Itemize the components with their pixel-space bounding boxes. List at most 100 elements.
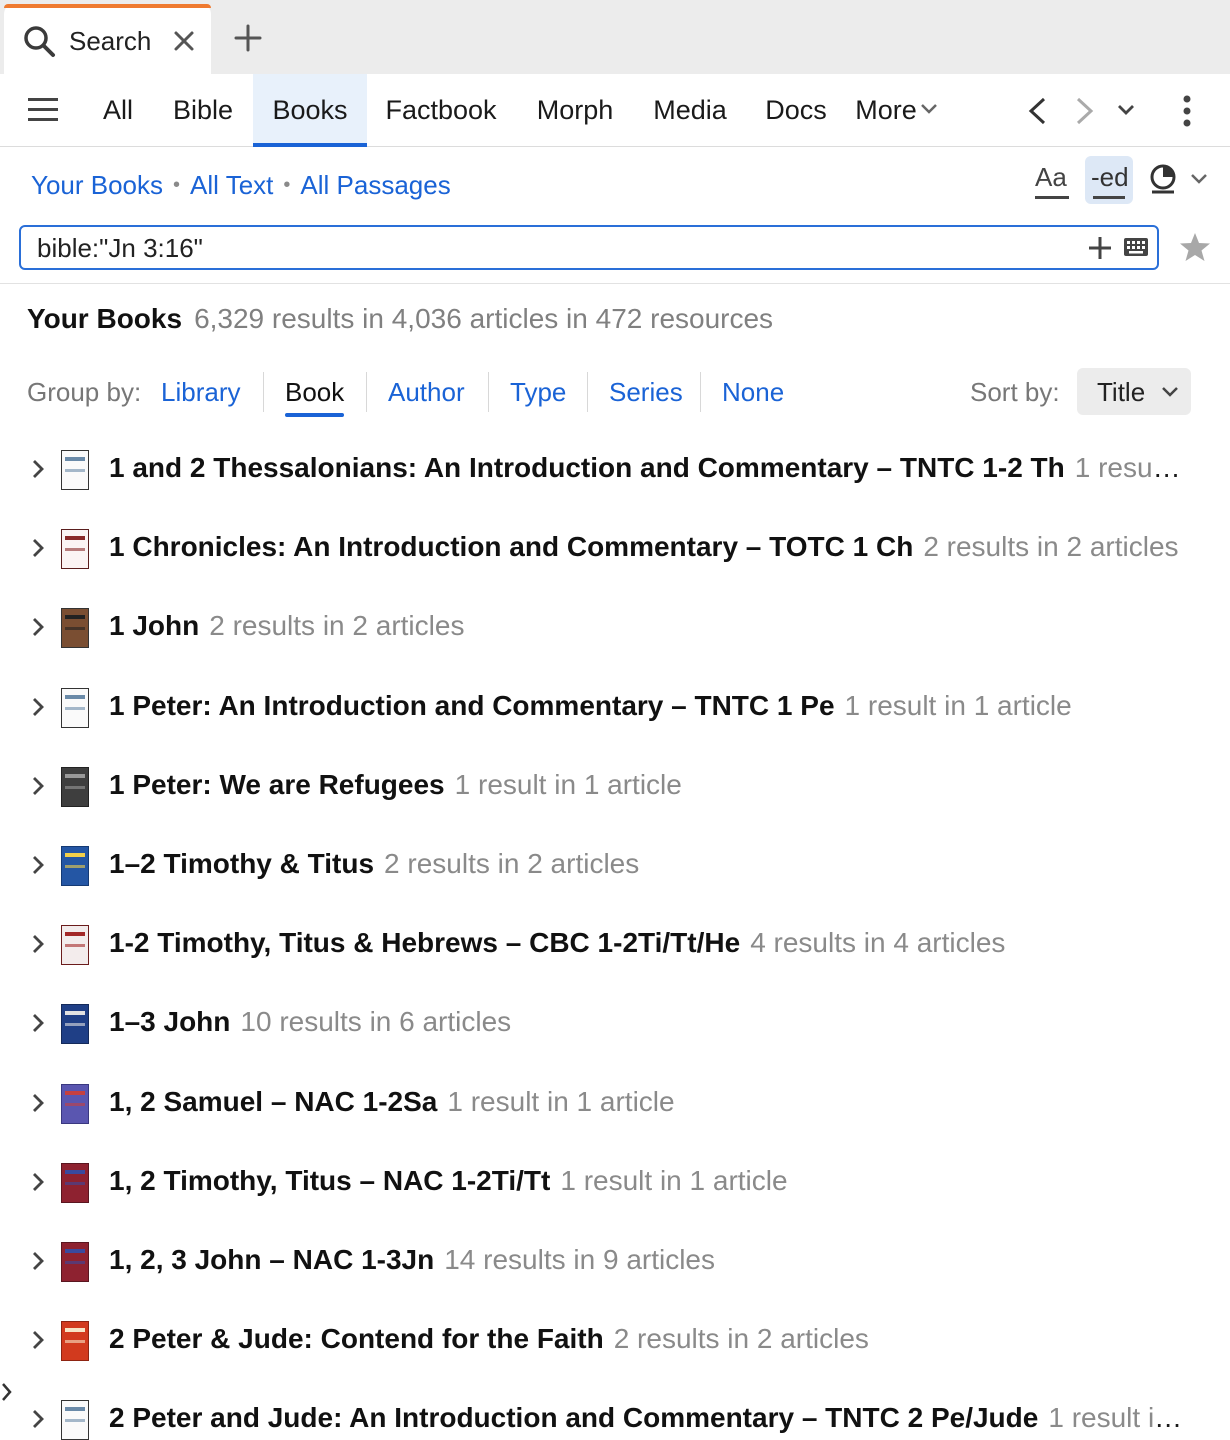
nav-tab-more[interactable]: More xyxy=(852,74,920,147)
result-text: 2 Peter & Jude: Contend for the Faith 2 r… xyxy=(109,1323,1184,1355)
nav-tab-media[interactable]: Media xyxy=(642,74,738,147)
tab-accent xyxy=(4,4,211,8)
expand-chevron-icon[interactable] xyxy=(30,1328,46,1352)
expand-chevron-icon[interactable] xyxy=(30,774,46,798)
search-query-box xyxy=(19,225,1159,270)
nav-tab-all[interactable]: All xyxy=(90,74,146,147)
result-title[interactable]: 1–2 Timothy & Titus xyxy=(109,848,374,879)
result-meta: 14 results in 9 articles xyxy=(444,1244,716,1275)
group-by-author[interactable]: Author xyxy=(388,377,465,408)
result-title[interactable]: 1, 2, 3 John – NAC 1-3Jn xyxy=(109,1244,434,1275)
group-by-book[interactable]: Book xyxy=(285,377,345,417)
result-title[interactable]: 1-2 Timothy, Titus & Hebrews – CBC 1-2Ti… xyxy=(109,927,740,958)
breadcrumb-your-books[interactable]: Your Books xyxy=(31,170,163,201)
history-chevron-down-icon[interactable] xyxy=(1116,102,1136,118)
sort-by-label: Sort by: xyxy=(970,377,1060,407)
tab-search[interactable]: Search xyxy=(4,4,211,74)
result-meta: 1 result in 1 article xyxy=(1074,452,1184,483)
nav-tab-factbook[interactable]: Factbook xyxy=(376,74,506,147)
result-row[interactable]: 1-2 Timothy, Titus & Hebrews – CBC 1-2Ti… xyxy=(0,905,1230,984)
chevron-down-icon[interactable] xyxy=(1190,172,1208,186)
breadcrumb: Your Books • All Text • All Passages xyxy=(31,170,451,201)
sort-by-select[interactable]: Title xyxy=(1077,368,1191,415)
result-title[interactable]: 1–3 John xyxy=(109,1006,230,1037)
chevron-down-icon xyxy=(1161,385,1179,399)
breadcrumb-all-passages[interactable]: All Passages xyxy=(300,170,450,201)
result-row[interactable]: 1 Peter: We are Refugees 1 result in 1 ar… xyxy=(0,747,1230,826)
tab-label: Search xyxy=(69,26,152,56)
result-meta: 1 result in 1 article xyxy=(1048,1402,1184,1433)
result-row[interactable]: 1, 2 Timothy, Titus – NAC 1-2Ti/Tt 1 resu… xyxy=(0,1143,1230,1222)
expand-chevron-icon[interactable] xyxy=(30,457,46,481)
nav-tab-bible[interactable]: Bible xyxy=(160,74,246,147)
group-by-library[interactable]: Library xyxy=(161,377,240,408)
breadcrumb-all-text[interactable]: All Text xyxy=(190,170,273,201)
side-panel-chevron-icon[interactable] xyxy=(0,1380,14,1404)
expand-chevron-icon[interactable] xyxy=(30,1249,46,1273)
hamburger-menu-icon[interactable] xyxy=(28,96,60,124)
search-input[interactable] xyxy=(37,231,1077,265)
expand-chevron-icon[interactable] xyxy=(30,615,46,639)
book-cover-icon xyxy=(61,1163,89,1203)
result-text: 1 Peter: We are Refugees 1 result in 1 ar… xyxy=(109,769,1184,801)
kebab-menu-icon[interactable] xyxy=(1180,94,1194,128)
result-row[interactable]: 1, 2 Samuel – NAC 1-2Sa 1 result in 1 art… xyxy=(0,1064,1230,1143)
group-by-type[interactable]: Type xyxy=(510,377,566,408)
visual-filter-icon[interactable] xyxy=(1148,162,1180,196)
group-by-none[interactable]: None xyxy=(722,377,784,408)
chevron-down-icon[interactable] xyxy=(920,102,938,116)
result-text: 1 and 2 Thessalonians: An Introduction a… xyxy=(109,452,1184,484)
tab-strip: Search xyxy=(0,0,1230,74)
expand-chevron-icon[interactable] xyxy=(30,1170,46,1194)
star-favorite-icon[interactable] xyxy=(1179,231,1211,263)
expand-chevron-icon[interactable] xyxy=(30,853,46,877)
book-cover-icon xyxy=(61,450,89,490)
result-row[interactable]: 1 and 2 Thessalonians: An Introduction a… xyxy=(0,430,1230,509)
nav-tab-morph[interactable]: Morph xyxy=(523,74,627,147)
add-term-plus-icon[interactable] xyxy=(1087,235,1113,261)
breadcrumb-separator: • xyxy=(173,174,181,196)
book-cover-icon xyxy=(61,1084,89,1124)
result-row[interactable]: 1 Chronicles: An Introduction and Commen… xyxy=(0,509,1230,588)
result-title[interactable]: 2 Peter & Jude: Contend for the Faith xyxy=(109,1323,604,1354)
expand-chevron-icon[interactable] xyxy=(30,1091,46,1115)
result-title[interactable]: 1 and 2 Thessalonians: An Introduction a… xyxy=(109,452,1065,483)
result-text: 1, 2 Samuel – NAC 1-2Sa 1 result in 1 art… xyxy=(109,1086,1184,1118)
expand-chevron-icon[interactable] xyxy=(30,1407,46,1431)
keyboard-icon[interactable] xyxy=(1124,238,1148,256)
result-title[interactable]: 1, 2 Timothy, Titus – NAC 1-2Ti/Tt xyxy=(109,1165,550,1196)
result-row[interactable]: 1 Peter: An Introduction and Commentary … xyxy=(0,668,1230,747)
expand-chevron-icon[interactable] xyxy=(30,1011,46,1035)
result-row[interactable]: 1, 2, 3 John – NAC 1-3Jn 14 results in 9 … xyxy=(0,1222,1230,1301)
group-by-series[interactable]: Series xyxy=(609,377,683,408)
result-row[interactable]: 2 Peter and Jude: An Introduction and Co… xyxy=(0,1380,1230,1440)
result-title[interactable]: 1 Peter: We are Refugees xyxy=(109,769,445,800)
result-title[interactable]: 1, 2 Samuel – NAC 1-2Sa xyxy=(109,1086,437,1117)
expand-chevron-icon[interactable] xyxy=(30,932,46,956)
expand-chevron-icon[interactable] xyxy=(30,536,46,560)
book-cover-icon xyxy=(61,1321,89,1361)
book-cover-icon xyxy=(61,688,89,728)
back-arrow-icon[interactable] xyxy=(1026,96,1048,126)
font-size-button[interactable]: Aa xyxy=(1035,162,1069,199)
lemma-highlight-button[interactable]: -ed xyxy=(1085,156,1133,204)
expand-chevron-icon[interactable] xyxy=(30,695,46,719)
result-title[interactable]: 1 John xyxy=(109,610,199,641)
result-title[interactable]: 2 Peter and Jude: An Introduction and Co… xyxy=(109,1402,1038,1433)
result-title[interactable]: 1 Peter: An Introduction and Commentary … xyxy=(109,690,835,721)
group-separator xyxy=(488,372,489,412)
font-size-label: Aa xyxy=(1035,162,1067,192)
result-title[interactable]: 1 Chronicles: An Introduction and Commen… xyxy=(109,531,913,562)
result-row[interactable]: 2 Peter & Jude: Contend for the Faith 2 r… xyxy=(0,1301,1230,1380)
result-row[interactable]: 1 John 2 results in 2 articles xyxy=(0,588,1230,667)
result-meta: 4 results in 4 articles xyxy=(750,927,1006,958)
close-icon[interactable] xyxy=(169,26,199,56)
nav-tab-docs[interactable]: Docs xyxy=(755,74,837,147)
result-row[interactable]: 1–2 Timothy & Titus 2 results in 2 articl… xyxy=(0,826,1230,905)
result-row[interactable]: 1–3 John 10 results in 6 articles xyxy=(0,984,1230,1063)
nav-tab-books[interactable]: Books xyxy=(253,74,367,147)
result-meta: 1 result in 1 article xyxy=(844,690,1072,721)
forward-arrow-icon[interactable] xyxy=(1074,96,1096,126)
result-text: 1–3 John 10 results in 6 articles xyxy=(109,1006,1184,1038)
new-tab-plus-icon[interactable] xyxy=(232,22,264,54)
